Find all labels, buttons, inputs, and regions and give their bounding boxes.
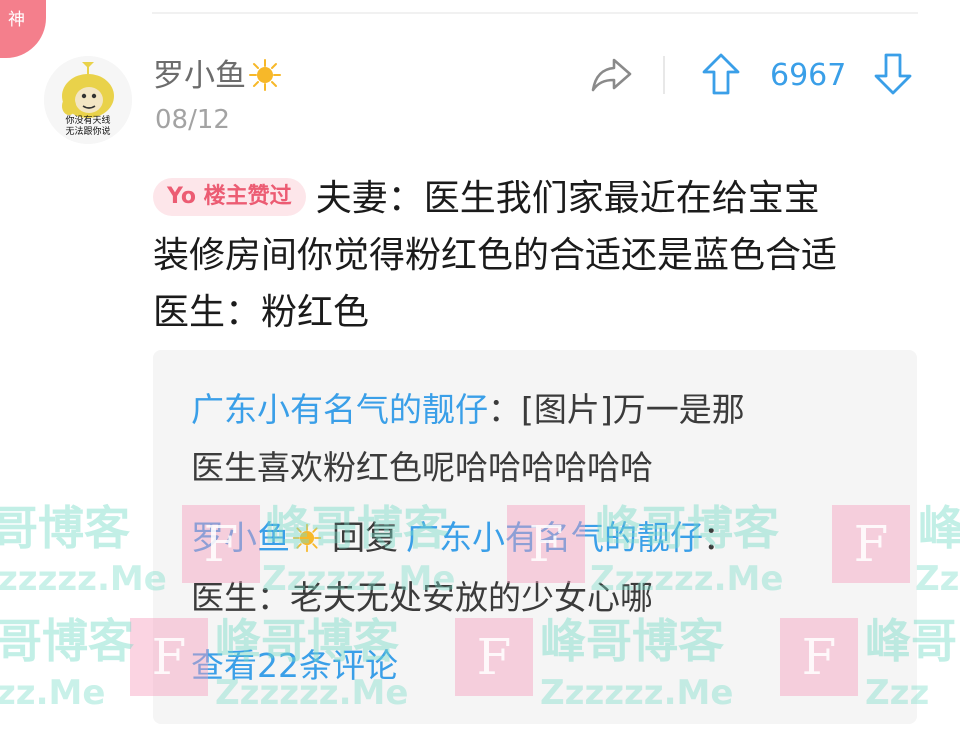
sun-icon <box>292 523 322 553</box>
reply-2-line-1: 罗小鱼 回复 广东小有名气的靓仔： <box>191 518 736 557</box>
upvote-arrow-icon[interactable] <box>701 52 741 96</box>
watermark-text: 哥博客 <box>0 501 130 555</box>
watermark-text: Zzz <box>915 559 960 599</box>
content-line-3: 医生：粉红色 <box>153 292 370 333</box>
reply-2-user[interactable]: 罗小鱼 <box>191 518 290 557</box>
action-divider <box>663 56 665 94</box>
watermark-text: zz.Me <box>0 673 106 713</box>
god-comment-badge: 神 <box>0 0 46 58</box>
watermark-text: zzzzz.Me <box>0 559 167 599</box>
avatar[interactable]: 你没有天线 无法跟你说 <box>44 56 132 144</box>
sun-icon <box>249 59 281 91</box>
reply-section: 广东小有名气的靓仔：[图片]万一是那 医生喜欢粉红色呢哈哈哈哈哈哈 罗小鱼 回复… <box>153 350 917 724</box>
avatar-caption-2: 无法跟你说 <box>65 127 111 137</box>
reply-1-line-1: 广东小有名气的靓仔：[图片]万一是那 <box>191 390 745 429</box>
reply-2-target[interactable]: 广东小有名气的靓仔 <box>406 518 703 557</box>
reply-2-action: 回复 <box>332 518 398 557</box>
share-icon[interactable] <box>590 54 634 94</box>
watermark-text: 哥博客 <box>0 614 134 668</box>
content-line-1: Yo 楼主赞过 夫妻：医生我们家最近在给宝宝 <box>153 170 933 227</box>
reply-1-text: [图片]万一是那 <box>521 390 745 429</box>
reply-2-text: 医生：老夫无处安放的少女心哪 <box>191 578 653 617</box>
post-date: 08/12 <box>155 105 230 135</box>
view-more-comments-link[interactable]: 查看22条评论 <box>191 644 398 688</box>
owner-liked-badge: Yo 楼主赞过 <box>153 178 306 216</box>
watermark-text: 峰哥 <box>918 501 960 555</box>
avatar-caption-1: 你没有天线 <box>65 116 111 126</box>
top-divider <box>152 12 918 14</box>
username[interactable]: 罗小鱼 <box>153 56 282 96</box>
content-line-2: 装修房间你觉得粉红色的合适还是蓝色合适 <box>153 235 838 276</box>
vote-count: 6967 <box>770 58 847 93</box>
reply-1-line-2: 医生喜欢粉红色呢哈哈哈哈哈哈 <box>191 448 653 487</box>
post-content: Yo 楼主赞过 夫妻：医生我们家最近在给宝宝 装修房间你觉得粉红色的合适还是蓝色合… <box>153 170 933 341</box>
downvote-arrow-icon[interactable] <box>873 52 913 96</box>
username-label: 罗小鱼 <box>153 58 246 94</box>
reply-1-user[interactable]: 广东小有名气的靓仔 <box>191 390 488 429</box>
